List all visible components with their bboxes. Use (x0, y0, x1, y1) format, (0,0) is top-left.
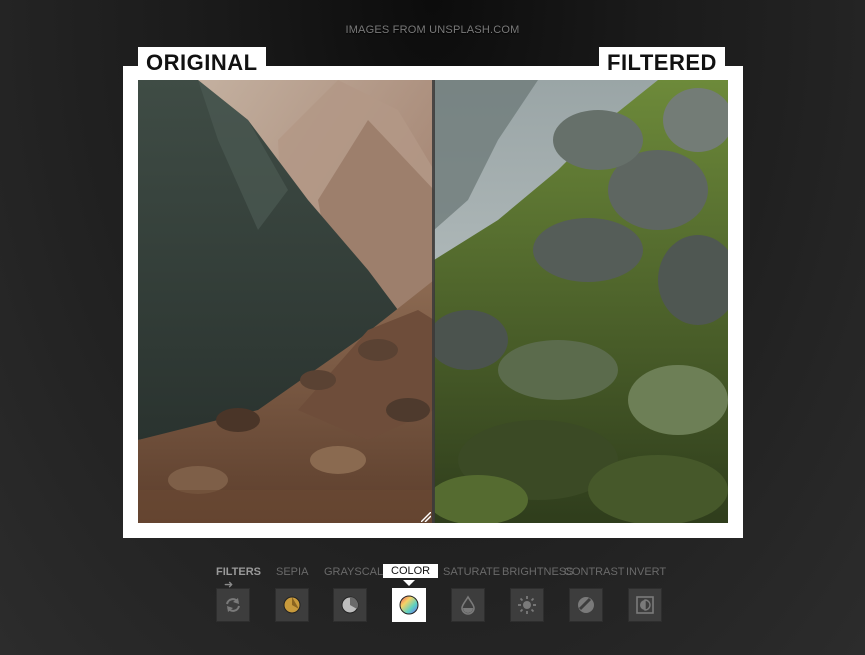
tab-grayscale[interactable]: GRAYSCALE (324, 566, 390, 578)
grayscale-button[interactable] (333, 588, 367, 622)
active-tab-pointer (403, 580, 415, 586)
color-button[interactable] (392, 588, 426, 622)
saturate-icon (461, 595, 475, 615)
color-icon (399, 595, 419, 615)
reset-button[interactable] (216, 588, 250, 622)
tab-saturate[interactable]: SATURATE (443, 566, 500, 578)
image-credit: IMAGES FROM UNSPLASH.COM (345, 24, 520, 36)
sepia-button[interactable] (275, 588, 309, 622)
original-label: ORIGINAL (138, 47, 266, 80)
tab-color[interactable]: COLOR (383, 564, 439, 578)
tab-contrast[interactable]: CONTRAST (564, 566, 625, 578)
invert-button[interactable] (628, 588, 662, 622)
tab-invert[interactable]: INVERT (626, 566, 666, 578)
invert-icon (636, 596, 654, 614)
brightness-icon (518, 596, 536, 614)
resize-grip-icon[interactable] (421, 512, 431, 522)
comparison-divider-handle[interactable] (432, 80, 435, 523)
contrast-button[interactable] (569, 588, 603, 622)
refresh-icon (226, 598, 240, 612)
filtered-label: FILTERED (599, 47, 725, 80)
contrast-icon (578, 597, 594, 613)
tab-sepia[interactable]: SEPIA (276, 566, 308, 578)
brightness-button[interactable] (510, 588, 544, 622)
grayscale-icon (341, 596, 359, 614)
filters-heading: FILTERS (216, 566, 262, 578)
saturate-button[interactable] (451, 588, 485, 622)
tab-brightness[interactable]: BRIGHTNESS (502, 566, 574, 578)
sepia-icon (283, 596, 301, 614)
filter-toolbar: FILTERS ➜ SEPIA GRAYSCALE COLOR SATURATE… (214, 564, 674, 624)
